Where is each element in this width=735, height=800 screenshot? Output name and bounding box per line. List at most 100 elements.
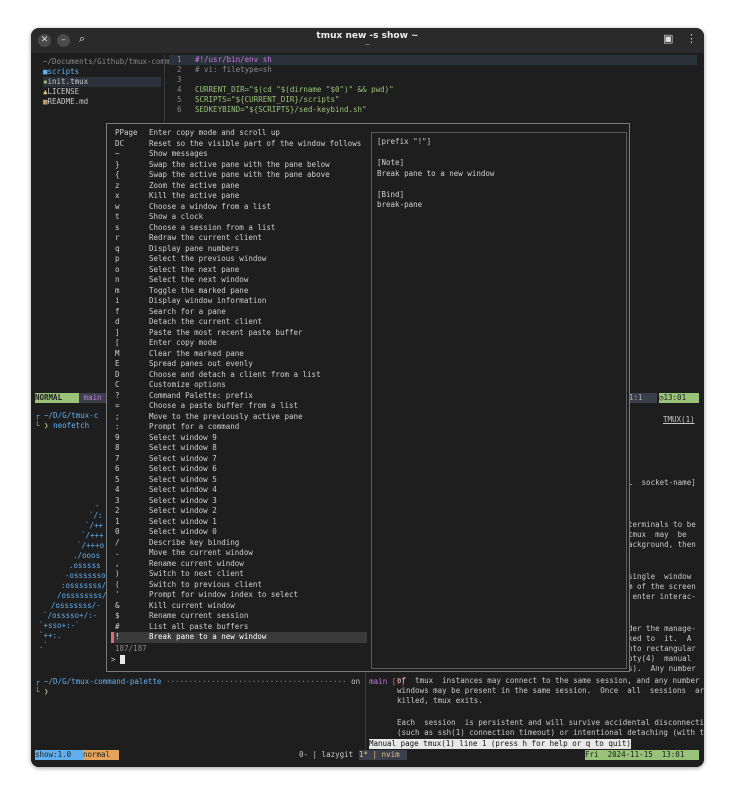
palette-item[interactable]: E Spread panes out evenly xyxy=(111,359,367,370)
palette-item-key: 2 xyxy=(115,506,120,515)
palette-item[interactable]: m Toggle the marked pane xyxy=(111,286,367,297)
palette-item[interactable]: # List all paste buffers xyxy=(111,622,367,633)
palette-item-desc: Enter copy mode and scroll up xyxy=(149,128,280,137)
palette-item-key: 6 xyxy=(115,464,120,473)
split-icon[interactable]: ▣ xyxy=(663,32,673,45)
man-text: ked to it. A xyxy=(628,634,692,643)
palette-item[interactable]: & Kill current window xyxy=(111,601,367,612)
palette-item[interactable]: 4 Select window 4 xyxy=(111,485,367,496)
palette-item[interactable]: / Describe key binding xyxy=(111,538,367,549)
shell-input[interactable]: └ ❯ xyxy=(35,687,49,697)
palette-item[interactable]: x Kill the active pane xyxy=(111,191,367,202)
tmux-session: show:1.0 xyxy=(35,750,83,760)
palette-item[interactable]: ! Break pane to a new window xyxy=(111,632,367,643)
man-text: enter interac- xyxy=(628,592,696,601)
man-text: L socket-name] xyxy=(628,478,696,487)
palette-item-desc: Select window 3 xyxy=(149,495,217,505)
palette-item-key: q xyxy=(115,243,120,253)
tree-item-license[interactable]: ▲LICENSE xyxy=(43,87,79,97)
palette-item-key: DC xyxy=(115,138,125,148)
palette-input[interactable]: > xyxy=(111,655,125,665)
preview-bind-label: [Bind] xyxy=(377,189,405,199)
line-number: 3 xyxy=(177,75,182,84)
palette-item[interactable]: [Enter copy mode xyxy=(111,338,367,349)
ascii-art: `/+++o xyxy=(77,541,105,550)
kebab-menu-icon[interactable]: ⋮ xyxy=(686,32,697,45)
palette-item[interactable]: p Select the previous window xyxy=(111,254,367,265)
palette-item-key: 8 xyxy=(115,443,120,452)
line-number: 1 xyxy=(177,55,182,64)
palette-item[interactable]: (Switch to previous client xyxy=(111,580,367,591)
palette-item[interactable]: r Redraw the current client xyxy=(111,233,367,244)
palette-item[interactable]: $ Rename current session xyxy=(111,611,367,622)
window-subtitle: ~ xyxy=(364,41,371,49)
palette-item[interactable]: {Swap the active pane with the pane abov… xyxy=(111,170,367,181)
palette-item[interactable]: = Choose a paste buffer from a list xyxy=(111,401,367,412)
palette-item-key: f xyxy=(115,306,120,316)
palette-item[interactable]: i Display window information xyxy=(111,296,367,307)
palette-item-desc: Break pane to a new window xyxy=(149,632,267,641)
palette-item-key: p xyxy=(115,254,120,263)
palette-item[interactable]: 7 Select window 7 xyxy=(111,454,367,465)
line-number: 5 xyxy=(177,95,182,104)
command-palette[interactable]: PPage Enter copy mode and scroll up DC Rese… xyxy=(106,123,630,672)
palette-item[interactable]: o Select the next pane xyxy=(111,265,367,276)
palette-item[interactable]: 1 Select window 1 xyxy=(111,517,367,528)
palette-item[interactable]: M Clear the marked pane xyxy=(111,349,367,360)
palette-item[interactable]: f Search for a pane xyxy=(111,307,367,318)
palette-item-key: ' xyxy=(115,590,120,599)
palette-item-desc: Redraw the current client xyxy=(149,233,262,242)
tree-item-scripts[interactable]: ■scripts xyxy=(43,67,79,77)
palette-item[interactable]: ? Command Palette: prefix xyxy=(111,391,367,402)
man-text: (such as ssh(1) connection timeout) or i… xyxy=(397,728,704,737)
palette-item-desc: Customize options xyxy=(149,380,226,389)
ascii-art: .osssss xyxy=(69,561,101,570)
palette-item[interactable]: 6 Select window 6 xyxy=(111,464,367,475)
palette-item-key: d xyxy=(115,317,120,326)
palette-item[interactable]: 5 Select window 5 xyxy=(111,475,367,486)
tree-item-init[interactable]: ▪init.tmux xyxy=(43,77,161,87)
palette-item[interactable]: n Select the next window xyxy=(111,275,367,286)
palette-item[interactable]: : Prompt for a command xyxy=(111,422,367,433)
palette-item[interactable]: q Display pane numbers xyxy=(111,244,367,255)
palette-item[interactable]: 8 Select window 8 xyxy=(111,443,367,454)
palette-item[interactable]: s Choose a session from a list xyxy=(111,223,367,234)
palette-item[interactable]: } Swap the active pane with the pane belo… xyxy=(111,160,367,171)
palette-item[interactable]: D Choose and detach a client from a list xyxy=(111,370,367,381)
palette-item[interactable]: ~ Show messages xyxy=(111,149,367,160)
man-text: nto rectangular xyxy=(628,644,696,653)
ascii-art: - xyxy=(95,501,100,510)
palette-item[interactable]: d Detach the current client xyxy=(111,317,367,328)
palette-item[interactable]: t Show a clock xyxy=(111,212,367,223)
palette-item[interactable]: PPage Enter copy mode and scroll up xyxy=(111,128,367,139)
palette-item-desc: Command Palette: prefix xyxy=(149,390,253,400)
palette-item[interactable]: w Choose a window from a list xyxy=(111,202,367,213)
palette-item-key: r xyxy=(115,233,120,242)
palette-item[interactable]: . Move the current window xyxy=(111,548,367,559)
palette-item[interactable]: ' Prompt for window index to select xyxy=(111,590,367,601)
palette-item[interactable]: z Zoom the active pane xyxy=(111,181,367,192)
tree-item-readme[interactable]: ▦README.md xyxy=(43,97,88,107)
tmux-window-1[interactable]: 1* | nvim xyxy=(359,750,407,760)
palette-item[interactable]: 9 Select window 9 xyxy=(111,433,367,444)
palette-item[interactable]: ) Switch to next client xyxy=(111,569,367,580)
ascii-art: :osssssss/ xyxy=(61,581,107,590)
palette-item[interactable]: ; Move to the previously active pane xyxy=(111,412,367,423)
palette-item[interactable]: 3 Select window 3 xyxy=(111,496,367,507)
tmux-window-0[interactable]: 0- | lazygit xyxy=(299,750,353,760)
palette-item[interactable]: 0 Select window 0 xyxy=(111,527,367,538)
terminal-content[interactable]: ~/Documents/Github/tmux-comm ■scripts ▪i… xyxy=(31,53,704,767)
palette-item-desc: Select window 4 xyxy=(149,485,217,494)
palette-item[interactable]: 2 Select window 2 xyxy=(111,506,367,517)
palette-item-key: 9 xyxy=(115,432,120,442)
palette-item-desc: Select window 0 xyxy=(149,527,217,536)
palette-item[interactable]: DC Reset so the visible part of the windo… xyxy=(111,139,367,150)
palette-item[interactable]: ] Paste the most recent paste buffer xyxy=(111,328,367,339)
palette-list[interactable]: PPage Enter copy mode and scroll up DC Rese… xyxy=(111,128,367,643)
palette-item-desc: Select window 7 xyxy=(149,453,217,463)
palette-item-desc: Reset so the visible part of the window … xyxy=(149,138,363,148)
palette-item[interactable]: C Customize options xyxy=(111,380,367,391)
preview-key: [prefix "!"] xyxy=(377,137,432,146)
man-text: pty(4) manual xyxy=(628,654,692,663)
palette-item[interactable]: , Rename current window xyxy=(111,559,367,570)
